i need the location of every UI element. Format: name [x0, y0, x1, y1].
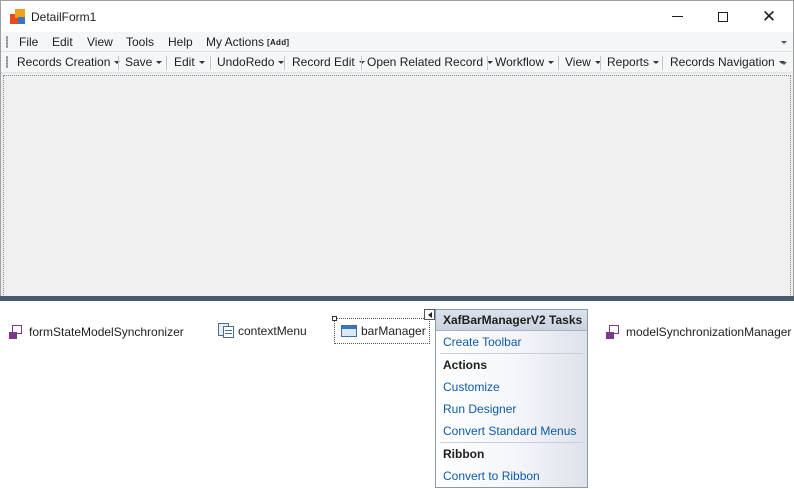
menu-item-file[interactable]: File — [19, 35, 38, 49]
maximize-icon — [718, 11, 728, 22]
menu-bar: File Edit View Tools Help My Actions [Ad… — [1, 32, 793, 52]
convert-standard-menus-link[interactable]: Convert Standard Menus — [443, 424, 576, 438]
toolbar-separator — [558, 56, 559, 70]
minimize-icon — [671, 16, 683, 17]
component-context-menu[interactable]: contextMenu — [218, 323, 307, 339]
form-design-surface[interactable] — [3, 75, 791, 297]
synchronizer-icon — [9, 324, 25, 340]
toolbar-undoredo[interactable]: UndoRedo — [217, 55, 285, 69]
menu-item-my-actions[interactable]: My Actions — [206, 35, 264, 49]
tasks-divider — [440, 442, 583, 443]
toolbar-records-creation[interactable]: Records Creation — [17, 55, 121, 69]
toolbar-save[interactable]: Save — [125, 55, 163, 69]
component-model-synchronization-manager[interactable]: modelSynchronizationManager — [606, 324, 791, 340]
component-bar-manager[interactable]: barManager — [341, 323, 426, 339]
toolbar-edit[interactable]: Edit — [174, 55, 205, 69]
smart-tag-button[interactable] — [424, 309, 435, 320]
close-icon: ✕ — [761, 7, 777, 26]
toolbar-workflow[interactable]: Workflow — [495, 55, 555, 69]
customize-link[interactable]: Customize — [443, 380, 500, 394]
chevron-down-icon — [198, 60, 205, 64]
toolbar-separator — [166, 56, 167, 70]
menu-item-tools[interactable]: Tools — [126, 35, 154, 49]
minimize-button[interactable] — [654, 1, 700, 32]
menubar-options-icon[interactable] — [781, 41, 787, 44]
bar-manager-icon — [341, 323, 357, 339]
toolbar-record-edit[interactable]: Record Edit — [292, 55, 365, 69]
actions-section-header: Actions — [443, 358, 488, 372]
menu-add-item[interactable]: [Add] — [267, 38, 289, 47]
context-menu-icon — [218, 323, 234, 339]
form-designer-window: DetailForm1 ✕ File Edit View Tools Help … — [0, 0, 794, 298]
chevron-down-icon — [548, 60, 555, 64]
toolbar-separator — [487, 56, 488, 70]
app-icon — [10, 9, 26, 24]
toolbar-separator — [361, 56, 362, 70]
toolbar-separator — [210, 56, 211, 70]
convert-to-ribbon-link[interactable]: Convert to Ribbon — [443, 469, 540, 483]
toolbar-grip-icon[interactable] — [6, 56, 8, 68]
ribbon-section-header: Ribbon — [443, 447, 485, 461]
window-title: DetailForm1 — [31, 10, 97, 24]
tasks-divider — [440, 353, 583, 354]
toolbar-separator — [662, 56, 663, 70]
component-form-state-model-synchronizer[interactable]: formStateModelSynchronizer — [9, 324, 184, 340]
toolbar-records-navigation[interactable]: Records Navigation — [670, 55, 785, 69]
toolbar-separator — [118, 56, 119, 70]
bar-grip-icon[interactable] — [6, 36, 8, 48]
maximize-button[interactable] — [700, 1, 746, 32]
title-bar: DetailForm1 ✕ — [1, 1, 793, 32]
toolbar-separator — [600, 56, 601, 70]
create-toolbar-link[interactable]: Create Toolbar — [443, 335, 522, 349]
run-designer-link[interactable]: Run Designer — [443, 402, 516, 416]
menu-item-edit[interactable]: Edit — [52, 35, 73, 49]
toolbar-view[interactable]: View — [565, 55, 601, 69]
chevron-down-icon — [156, 60, 163, 64]
toolbar-options-icon[interactable] — [781, 62, 787, 65]
close-button[interactable]: ✕ — [746, 1, 792, 32]
resize-handle[interactable] — [332, 316, 337, 321]
toolbar-open-related-record[interactable]: Open Related Record — [367, 55, 494, 69]
synchronizer-icon — [606, 324, 622, 340]
component-tray: formStateModelSynchronizer contextMenu b… — [0, 301, 794, 489]
tasks-panel: XafBarManagerV2 Tasks Create Toolbar Act… — [435, 309, 588, 488]
toolbar: Records Creation Save Edit UndoRedo Reco… — [1, 52, 793, 73]
chevron-left-icon — [427, 311, 432, 318]
chevron-down-icon — [653, 60, 660, 64]
toolbar-separator — [284, 56, 285, 70]
menu-item-view[interactable]: View — [87, 35, 113, 49]
toolbar-reports[interactable]: Reports — [607, 55, 660, 69]
tasks-panel-title: XafBarManagerV2 Tasks — [436, 310, 587, 331]
menu-item-help[interactable]: Help — [168, 35, 193, 49]
